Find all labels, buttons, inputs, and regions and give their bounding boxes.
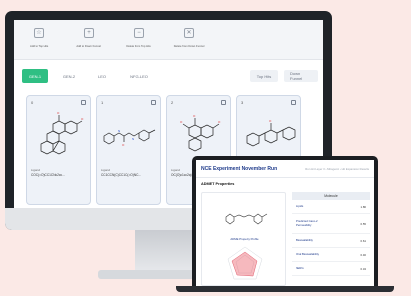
svg-text:O: O: [57, 111, 60, 115]
property-value: 0.34: [360, 266, 366, 271]
laptop-base: [176, 286, 394, 292]
toolbar-label: Delete from Down Funnel: [173, 44, 205, 48]
card-index: 3: [241, 100, 244, 105]
down-funnel-button[interactable]: Down Funnel: [284, 70, 318, 82]
card-index: 0: [31, 100, 34, 105]
smiles-text: CC1CCN(C)CC1C(=O)NC...: [101, 173, 142, 177]
svg-text:O: O: [218, 120, 221, 124]
property-name: Predicted Caco-2 Permeability: [296, 219, 318, 227]
tab-gen-2[interactable]: GEN-2: [56, 70, 82, 82]
radar-chart: [227, 246, 263, 280]
toolbar-label: Add to Down Funnel: [76, 44, 102, 48]
molecule-structure: O O O: [180, 114, 221, 152]
toolbar-label: Delete from Top Hits: [126, 44, 152, 48]
tab-leo[interactable]: LEO: [90, 70, 114, 82]
table-row: Oral Bioavailability 0.46: [292, 248, 370, 262]
ligand-label: Ligand: [31, 168, 41, 172]
svg-text:O: O: [269, 119, 272, 123]
property-value: 0.46: [360, 252, 366, 257]
tab-nfg-leo[interactable]: NFG-LEO: [122, 70, 156, 82]
svg-text:O: O: [122, 143, 125, 147]
svg-text:O: O: [81, 117, 84, 121]
radar-caption: ADME Property Profile: [230, 237, 259, 241]
action-toolbar: ☆ Add to Top Hits + Add to Down Funnel −…: [14, 20, 323, 60]
toolbar-label: Add to Top Hits: [29, 44, 49, 48]
property-name: hERG: [296, 265, 304, 270]
property-name: Oral Bioavailability: [296, 251, 320, 256]
radar-area: [231, 251, 258, 277]
structure-panel: ADME Property Profile: [201, 192, 286, 286]
add-to-top-hits-button[interactable]: ☆ Add to Top Hits: [24, 20, 54, 59]
svg-text:O: O: [180, 120, 183, 124]
breadcrumb[interactable]: Run Hit Layer 3 › Mitogenic › Hit Expans…: [305, 167, 369, 171]
ligand-label: Ligand: [171, 168, 181, 172]
property-name: Lipids: [296, 203, 304, 208]
generation-tabs: GEN-1 GEN-2 LEO NFG-LEO Top Hits Down Fu…: [22, 66, 318, 86]
minus-icon: −: [134, 28, 144, 38]
monitor-stand: [135, 230, 193, 274]
table-row: Lipids 1.86: [292, 200, 370, 214]
svg-text:N: N: [132, 137, 134, 141]
select-checkbox[interactable]: [221, 100, 226, 105]
property-table: Molecule Lipids 1.86 Predicted Caco-2 Pe…: [292, 192, 370, 286]
card-index: 2: [171, 100, 174, 105]
section-title: ADMET Properties: [201, 182, 235, 186]
plus-icon: +: [84, 28, 94, 38]
delete-from-top-hits-button[interactable]: − Delete from Top Hits: [124, 20, 154, 59]
ligand-label: Ligand: [101, 168, 111, 172]
laptop-header: NCE Experiment November Run Run Hit Laye…: [196, 160, 374, 178]
molecule-card[interactable]: 1 N N O Ligand CC1CCN(C)CC1C(=O)NC...: [96, 95, 161, 205]
trash-icon: ✕: [184, 28, 194, 38]
select-checkbox[interactable]: [291, 100, 296, 105]
svg-text:N: N: [118, 129, 120, 133]
tab-gen-1[interactable]: GEN-1: [22, 69, 48, 83]
top-hits-button[interactable]: Top Hits: [250, 70, 278, 82]
laptop-screen: NCE Experiment November Run Run Hit Laye…: [196, 160, 374, 286]
star-icon: ☆: [34, 28, 44, 38]
add-to-down-funnel-button[interactable]: + Add to Down Funnel: [74, 20, 104, 59]
molecule-card[interactable]: 0 OO Ligand COC(=O)CC1CNc2cc...: [26, 95, 91, 205]
page-title: NCE Experiment November Run: [201, 165, 278, 172]
molecule-structure: [225, 213, 268, 225]
select-checkbox[interactable]: [151, 100, 156, 105]
molecule-structure: O: [246, 119, 296, 147]
property-value: 1.86: [360, 204, 366, 209]
svg-text:O: O: [193, 114, 196, 118]
select-checkbox[interactable]: [81, 100, 86, 105]
property-name: Bioavailability: [296, 237, 313, 242]
card-index: 1: [101, 100, 104, 105]
smiles-text: COC(=O)CC1CNc2cc...: [31, 173, 65, 177]
table-header: Molecule: [292, 192, 370, 200]
delete-from-down-funnel-button[interactable]: ✕ Delete from Down Funnel: [174, 20, 204, 59]
laptop: NCE Experiment November Run Run Hit Laye…: [192, 156, 378, 288]
table-row: hERG 0.34: [292, 262, 370, 276]
molecule-structure: N N O: [103, 129, 156, 147]
molecule-structure: OO: [40, 111, 84, 155]
table-row: Bioavailability 0.61: [292, 234, 370, 248]
property-value: 0.55: [360, 221, 366, 226]
property-value: 0.61: [360, 238, 366, 243]
table-row: Predicted Caco-2 Permeability 0.55: [292, 214, 370, 234]
